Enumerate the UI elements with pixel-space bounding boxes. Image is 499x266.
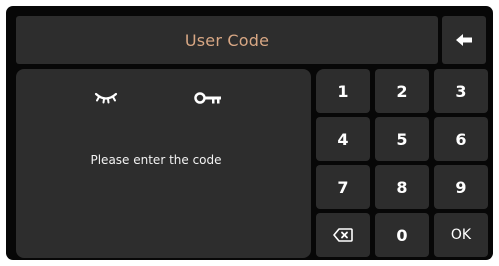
key-5[interactable]: 5 — [375, 117, 429, 161]
eye-closed-icon[interactable] — [94, 91, 118, 105]
backspace-icon — [333, 228, 353, 242]
key-icon — [194, 92, 221, 104]
key-1[interactable]: 1 — [316, 69, 370, 113]
back-button[interactable] — [442, 16, 486, 64]
numeric-keypad: 1 2 3 4 5 6 7 8 9 0 OK — [316, 69, 488, 258]
ok-button[interactable]: OK — [434, 213, 488, 257]
backspace-button[interactable] — [316, 213, 370, 257]
user-code-screen: User Code Please enter the code 1 2 3 4 … — [6, 6, 493, 260]
key-7[interactable]: 7 — [316, 165, 370, 209]
page-title: User Code — [184, 30, 270, 50]
key-2[interactable]: 2 — [375, 69, 429, 113]
key-4[interactable]: 4 — [316, 117, 370, 161]
code-prompt: Please enter the code — [90, 153, 222, 167]
key-8[interactable]: 8 — [375, 165, 429, 209]
key-9[interactable]: 9 — [434, 165, 488, 209]
key-0[interactable]: 0 — [375, 213, 429, 257]
title-bar: User Code — [16, 16, 438, 64]
arrow-left-icon — [456, 34, 472, 46]
key-6[interactable]: 6 — [434, 117, 488, 161]
key-3[interactable]: 3 — [434, 69, 488, 113]
code-entry-panel: Please enter the code — [16, 69, 311, 258]
